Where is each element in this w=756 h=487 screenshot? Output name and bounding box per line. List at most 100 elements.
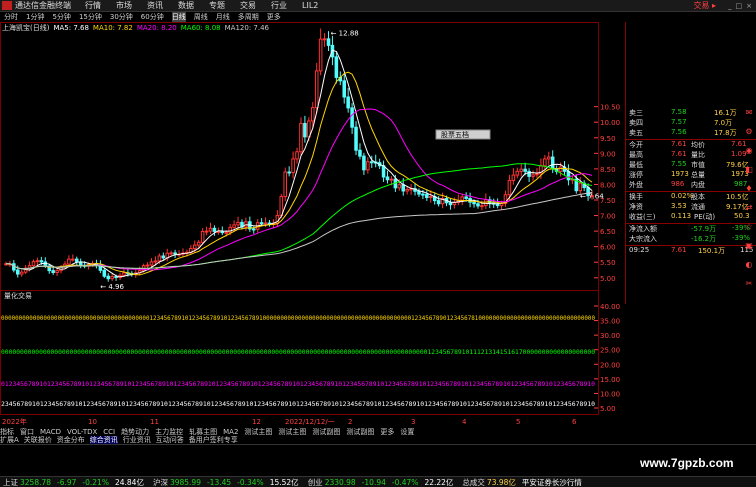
candle-body (369, 161, 374, 164)
scissors-icon[interactable]: ✂ (746, 279, 753, 288)
total-turnover-label: 总成交 (462, 477, 485, 487)
menu-item-industry[interactable]: 行业 (271, 0, 287, 11)
period-1min[interactable]: 1分钟 (26, 12, 44, 22)
tab-qa[interactable]: 互动问答 (156, 436, 184, 444)
period-tick[interactable]: 分时 (4, 12, 18, 22)
tab-test-main-2[interactable]: 测试主图 (278, 427, 306, 436)
menu-item-hq[interactable]: 行情 (85, 0, 101, 11)
candle-body (405, 188, 409, 192)
flow-row-net: 净流入额 -57.9万 -39% (629, 224, 751, 233)
candle-body (71, 258, 75, 261)
candle-body (212, 227, 217, 232)
candle-body (354, 126, 358, 151)
candle-body (15, 269, 20, 275)
x-axis-label: 6 (572, 418, 577, 426)
period-toolbar: 分时 1分钟 5分钟 15分钟 30分钟 60分钟 日线 周线 月线 多周期 更… (0, 12, 756, 22)
candle-body (436, 200, 441, 205)
candle-body (428, 196, 433, 199)
menu-item-news[interactable]: 资讯 (147, 0, 163, 11)
tab-trend[interactable]: 趋势动力 (121, 427, 149, 436)
tab-test-main-1[interactable]: 测试主图 (244, 427, 272, 436)
tab-settings[interactable]: 设置 (400, 427, 414, 436)
candle-body (200, 230, 205, 243)
ma10-label: MA10: 7.82 (92, 24, 133, 32)
period-month[interactable]: 月线 (216, 12, 230, 22)
quote-row-volume: 涨停 1973 总量 1973 (629, 170, 749, 179)
candle-body (417, 190, 421, 195)
tab-ma2[interactable]: MA2 (223, 428, 238, 436)
broker-news[interactable]: 平安证券长沙行情 (522, 477, 582, 487)
x-axis-label: 11 (150, 418, 159, 426)
period-30min[interactable]: 30分钟 (110, 12, 133, 22)
tab-cci[interactable]: CCI (103, 428, 115, 436)
tab-news[interactable]: 综合资讯 (89, 436, 118, 444)
panel-icon[interactable]: ◧ (745, 165, 753, 174)
minimize-button[interactable]: _ (728, 2, 732, 10)
ma20-line (6, 108, 593, 271)
candle-body (314, 70, 319, 109)
ma10-line (6, 71, 593, 276)
tab-fund-distribution[interactable]: 资金分布 (57, 436, 85, 444)
index-sh-name[interactable]: 上证 (3, 477, 18, 487)
index-cy-pct: -0.47% (391, 477, 419, 487)
tab-window[interactable]: 窗口 (20, 427, 34, 436)
tick-row: 09:25 7.61 150.1万 115 (629, 246, 754, 255)
candle-body (558, 166, 563, 172)
quote-panel: 卖三 7.58 16.1万 卖四 7.57 7.0万 卖五 7.56 17.8万… (625, 22, 756, 304)
menu-item-trade[interactable]: 交易 (240, 0, 256, 11)
tab-main-monitor[interactable]: 主力监控 (155, 427, 183, 436)
candle-body (507, 179, 512, 196)
kline-chart[interactable]: 10.5010.009.509.008.508.007.507.006.506.… (0, 22, 625, 427)
maximize-button[interactable]: □ (736, 2, 743, 10)
mail-icon[interactable]: ✉ (746, 108, 753, 117)
indicator-tabs: 指标 窗口 MACD VOL-TDX CCI 趋势动力 主力监控 轧募主图 MA… (0, 427, 756, 436)
candle-body (251, 228, 256, 231)
tab-test-sub-2[interactable]: 测试副图 (346, 427, 374, 436)
candle-body (464, 196, 468, 199)
box-icon[interactable]: ▣ (745, 241, 753, 250)
tab-expand-a[interactable]: 扩展A (0, 436, 19, 444)
tab-indicator[interactable]: 指标 (0, 427, 14, 436)
account-menu[interactable]: 交易 ▸ (693, 0, 716, 11)
period-more[interactable]: 更多 (267, 12, 281, 22)
period-multi[interactable]: 多周期 (238, 12, 259, 22)
menu-item-data[interactable]: 数据 (178, 0, 194, 11)
menu-item-topic[interactable]: 专题 (209, 0, 225, 11)
swap-icon[interactable]: ⇄ (746, 203, 753, 212)
period-5min[interactable]: 5分钟 (52, 12, 70, 22)
candle-body (161, 255, 166, 259)
target-icon[interactable]: ◉ (746, 146, 753, 155)
star-icon[interactable]: ☆ (745, 222, 752, 231)
period-60min[interactable]: 60分钟 (141, 12, 164, 22)
tab-main-chart[interactable]: 轧募主图 (189, 427, 217, 436)
candle-body (67, 258, 71, 265)
period-day[interactable]: 日线 (171, 12, 186, 22)
candle-body (550, 156, 555, 170)
period-15min[interactable]: 15分钟 (79, 12, 102, 22)
candle-body (480, 205, 484, 208)
y-tick-label: 6.00 (600, 244, 616, 252)
menu-item-market[interactable]: 市场 (116, 0, 132, 11)
index-cy-name[interactable]: 创业 (308, 477, 323, 487)
settings-icon[interactable]: ⚙ (745, 127, 752, 136)
tab-industry-news[interactable]: 行业资讯 (123, 436, 151, 444)
tab-more[interactable]: 更多 (380, 427, 394, 436)
diamond-icon[interactable]: ♦ (745, 184, 752, 193)
index-cy-amount: 22.22亿 (424, 477, 454, 487)
candle-body (204, 230, 209, 233)
index-hs-name[interactable]: 沪深 (153, 477, 168, 487)
tab-vip[interactable]: 备用户签利专享 (189, 436, 238, 444)
tab-macd[interactable]: MACD (40, 428, 61, 436)
candle-body (192, 244, 197, 250)
close-button[interactable]: × (746, 2, 752, 10)
period-week[interactable]: 周线 (194, 12, 208, 22)
tab-vol[interactable]: VOL-TDX (67, 428, 97, 436)
candle-body (232, 224, 236, 228)
menu-item-l2[interactable]: LIL2 (302, 1, 318, 10)
tab-test-sub-1[interactable]: 测试副图 (312, 427, 340, 436)
y-tick-label: 10.50 (600, 104, 620, 112)
stock-name: 上海凯宝(日线) (2, 24, 50, 32)
half-circle-icon[interactable]: ◐ (746, 260, 753, 269)
index-cy-value: 2330.98 (324, 477, 356, 487)
tab-related-quote[interactable]: 关联报价 (24, 436, 52, 444)
